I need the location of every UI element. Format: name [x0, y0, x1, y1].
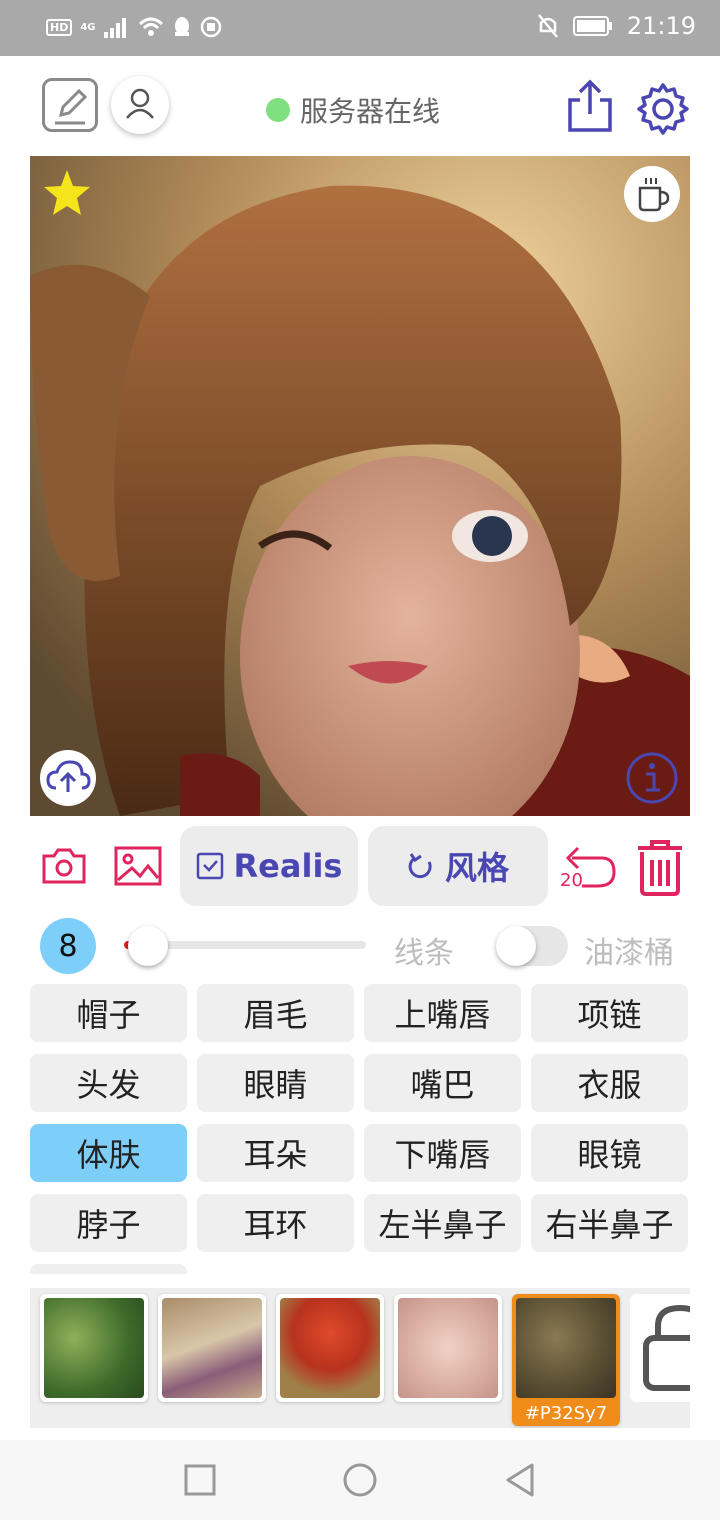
home-icon[interactable]: [342, 1462, 378, 1498]
cloud-upload-button[interactable]: [40, 750, 96, 806]
style-thumbnail[interactable]: [276, 1294, 384, 1402]
user-icon: [126, 88, 154, 119]
server-status-label: 服务器在线: [300, 95, 441, 128]
portrait-canvas[interactable]: [30, 156, 690, 816]
style-label: 风格: [444, 849, 509, 887]
line-mode-label: 线条: [394, 936, 454, 971]
settings-button[interactable]: [636, 82, 690, 136]
checkbox-icon: [196, 852, 223, 880]
online-indicator: [266, 98, 290, 122]
face-part-grid: 帽子 眉毛 上嘴唇 项链 头发 眼睛 嘴巴 衣服 体肤 耳朵 下嘴唇 眼镜 脖子…: [30, 984, 690, 1274]
thumbnail-image: [280, 1298, 380, 1398]
status-icons-right: 21:19: [537, 12, 696, 40]
locked-style-tile[interactable]: [630, 1294, 690, 1402]
qq-icon: [174, 17, 189, 36]
realis-label: Realis: [233, 847, 343, 885]
network-type: 4G: [80, 21, 96, 33]
undo-count: 20: [560, 870, 583, 891]
part-button[interactable]: 头发: [30, 1054, 187, 1112]
pencil-icon: [55, 88, 88, 125]
part-button-partial[interactable]: [30, 1264, 187, 1274]
signal-icon: [103, 18, 126, 38]
system-navigation-bar: [0, 1440, 720, 1520]
part-button[interactable]: 眉毛: [197, 984, 354, 1042]
hd-badge: HD: [46, 18, 73, 36]
thumbnail-image: [44, 1298, 144, 1398]
part-button[interactable]: 眼镜: [531, 1124, 688, 1182]
trash-icon: [638, 840, 682, 896]
toggle-knob: [496, 926, 536, 966]
part-button[interactable]: 耳环: [197, 1194, 354, 1252]
coffee-button[interactable]: [624, 166, 680, 222]
part-button[interactable]: 项链: [531, 984, 688, 1042]
part-button[interactable]: 左半鼻子: [364, 1194, 521, 1252]
mute-icon: [537, 14, 558, 38]
part-button[interactable]: 右半鼻子: [531, 1194, 688, 1252]
part-button[interactable]: 衣服: [531, 1054, 688, 1112]
thumbnail-image: [162, 1298, 262, 1398]
share-button[interactable]: [566, 78, 614, 134]
part-button[interactable]: 下嘴唇: [364, 1124, 521, 1182]
camera-icon: [42, 848, 86, 884]
realis-mode-button[interactable]: Realis: [180, 826, 358, 906]
info-button[interactable]: [624, 750, 680, 806]
part-button-selected[interactable]: 体肤: [30, 1124, 187, 1182]
mode-toggle[interactable]: [496, 926, 568, 966]
status-icons-left: HD 4G: [46, 16, 222, 38]
image-icon: [114, 846, 162, 886]
part-button[interactable]: 耳朵: [197, 1124, 354, 1182]
favorite-star-icon[interactable]: [42, 168, 92, 218]
part-button[interactable]: 脖子: [30, 1194, 187, 1252]
server-status: 服务器在线: [266, 90, 440, 130]
brush-size-badge: 8: [40, 918, 96, 974]
wifi-icon: [138, 17, 163, 36]
brush-size-slider-thumb[interactable]: [128, 926, 168, 966]
thumbnail-caption: #P32Sy7: [524, 1403, 608, 1424]
part-button[interactable]: 帽子: [30, 984, 187, 1042]
style-thumbnail[interactable]: [158, 1294, 266, 1402]
battery-icon: [572, 16, 612, 36]
thumbnail-image: [398, 1298, 498, 1398]
style-thumbnail[interactable]: [40, 1294, 148, 1402]
clock: 21:19: [626, 12, 696, 40]
part-button[interactable]: 嘴巴: [364, 1054, 521, 1112]
thumbnail-image: [516, 1298, 616, 1398]
cloud-upload-icon: [46, 760, 91, 792]
style-thumbnail-selected[interactable]: #P32Sy7: [512, 1294, 620, 1426]
delete-button[interactable]: [634, 838, 686, 896]
camera-button[interactable]: [42, 846, 86, 886]
part-button[interactable]: 眼睛: [197, 1054, 354, 1112]
recent-apps-icon[interactable]: [184, 1464, 216, 1496]
part-button[interactable]: 上嘴唇: [364, 984, 521, 1042]
app-header: 服务器在线: [0, 56, 720, 156]
gear-icon: [637, 83, 689, 135]
bucket-mode-label: 油漆桶: [584, 936, 674, 971]
status-bar: HD 4G 21:19: [0, 0, 720, 56]
gallery-button[interactable]: [114, 846, 162, 886]
rotate-icon: [408, 853, 432, 879]
user-button[interactable]: [111, 76, 169, 134]
style-button[interactable]: 风格: [368, 826, 548, 906]
portrait-image: [30, 156, 690, 816]
coffee-cup-icon: [638, 178, 670, 212]
style-thumbnail[interactable]: [394, 1294, 502, 1402]
share-icon: [568, 79, 612, 132]
info-icon: [626, 752, 678, 804]
edit-button[interactable]: [42, 78, 98, 132]
app-status-icon: [200, 16, 221, 38]
back-icon[interactable]: [504, 1462, 536, 1498]
style-thumbnail-strip[interactable]: #P32Sy7: [30, 1288, 690, 1428]
lock-icon: [643, 1304, 690, 1391]
